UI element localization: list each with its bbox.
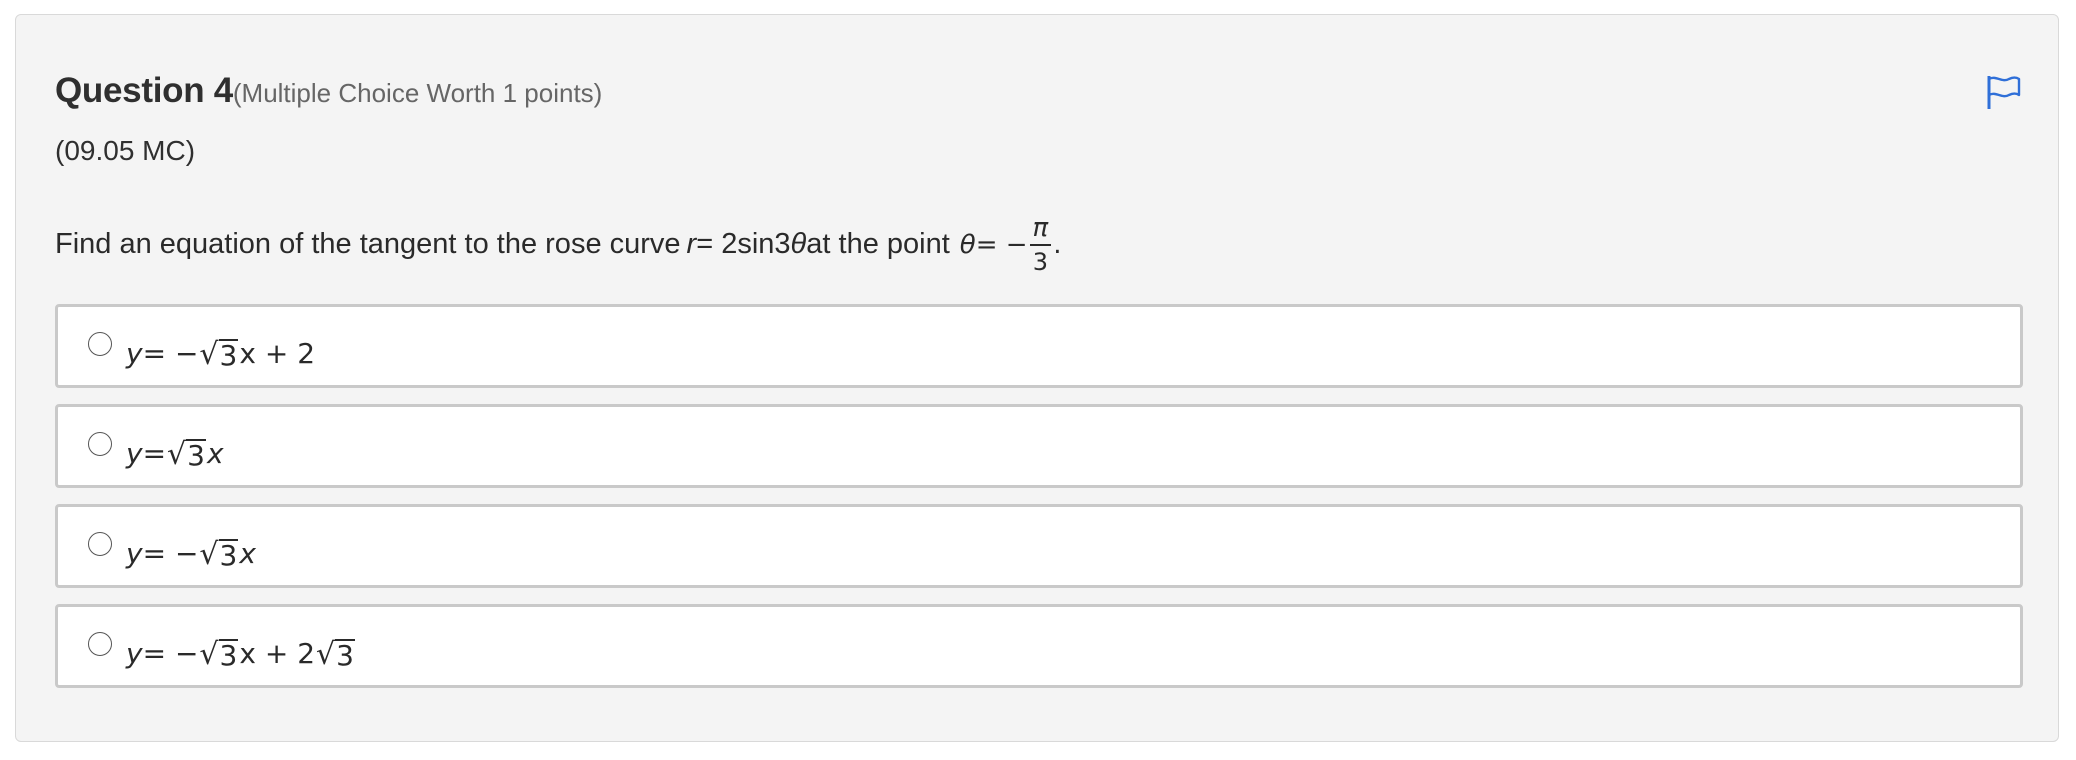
theta-eq-sign: = − [975,229,1028,260]
prompt-theta: θ [790,228,807,260]
question-title: Question 4 [55,71,233,110]
fraction-denominator: 3 [1029,244,1052,274]
option-expression: y = − √ 3 x + 2 √ 3 [126,637,356,670]
option-expression: y = − √ 3 x [126,537,256,570]
answer-option-4[interactable]: y = − √ 3 x + 2 √ 3 [55,604,2023,688]
radio-button[interactable] [88,632,112,656]
question-prompt: Find an equation of the tangent to the r… [55,215,1061,274]
expression-tail: x [239,537,256,570]
question-code: (09.05 MC) [55,135,196,166]
prompt-mid: at the point [806,228,950,260]
answer-option-3[interactable]: y = − √ 3 x [55,504,2023,588]
pi-over-3-fraction: π 3 [1029,213,1052,274]
radicand: 3 [186,438,206,472]
radio-button[interactable] [88,332,112,356]
answer-option-2[interactable]: y = √ 3 x [55,404,2023,488]
fraction-numerator: π [1032,213,1049,243]
radicand: 3 [218,538,239,572]
flag-icon[interactable] [1984,73,2022,111]
sqrt: √ 3 [199,537,239,572]
sqrt: √ 3 [199,637,239,672]
question-header: Question 4(Multiple Choice Worth 1 point… [55,71,602,111]
sqrt-2: √ 3 [316,637,355,672]
option-expression: y = √ 3 x [126,437,224,470]
theta-equation: θ = − π 3 . [960,215,1062,274]
theta-var: θ [959,229,976,260]
prompt-text: Find an equation of the tangent to the r… [55,228,681,260]
sqrt: √ 3 [167,437,206,472]
var-y: y [126,437,143,470]
prompt-r: r [686,228,697,260]
var-y: y [126,337,143,370]
radicand: 3 [218,638,239,672]
eq-sign: = − [142,337,199,370]
prompt-equation: = 2sin3 [696,228,791,260]
radio-button[interactable] [88,532,112,556]
expression-tail: x + 2 [239,337,316,370]
radicand: 3 [218,338,239,372]
sqrt: √ 3 [199,337,239,372]
var-y: y [126,537,143,570]
question-card: Question 4(Multiple Choice Worth 1 point… [15,14,2059,742]
eq-sign: = [142,437,167,470]
radio-button[interactable] [88,432,112,456]
option-expression: y = − √ 3 x + 2 [126,337,315,370]
answer-options: y = − √ 3 x + 2 y = √ 3 x y = − √ 3 x y … [55,304,2023,704]
eq-sign: = − [142,637,199,670]
question-meta: (Multiple Choice Worth 1 points) [232,78,603,108]
answer-option-1[interactable]: y = − √ 3 x + 2 [55,304,2023,388]
eq-sign: = − [142,537,199,570]
expression-tail: x + 2 [239,637,316,670]
radicand-2: 3 [335,638,355,672]
expression-tail: x [207,437,224,470]
var-y: y [126,637,143,670]
period: . [1053,229,1062,260]
